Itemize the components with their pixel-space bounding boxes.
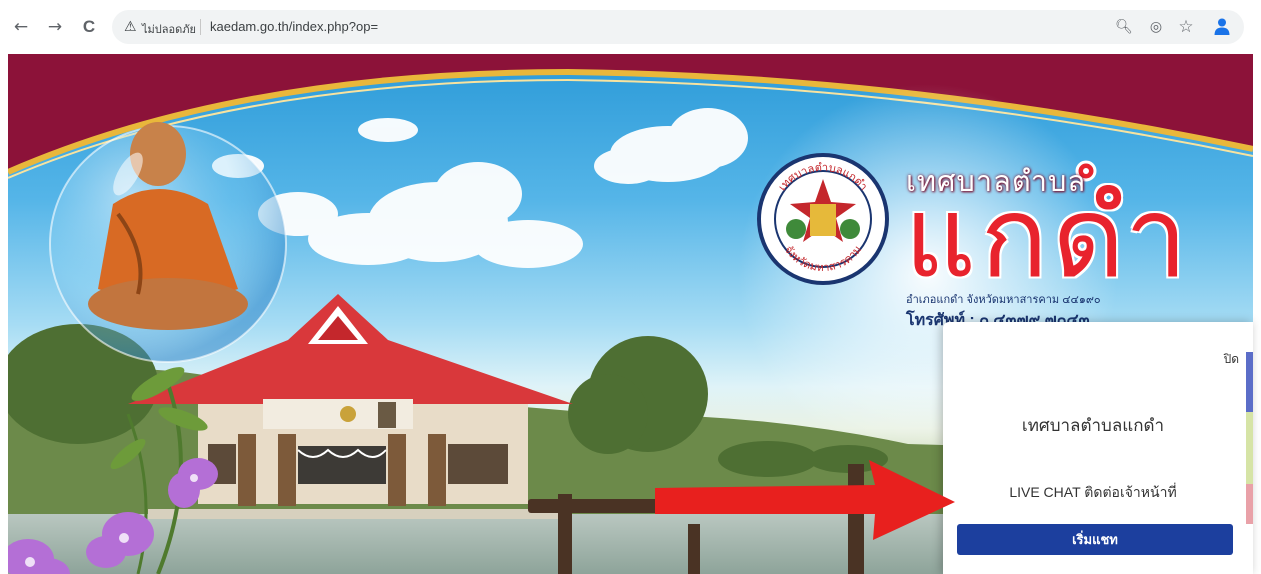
- warning-triangle-icon[interactable]: ⚠: [124, 19, 137, 35]
- live-chat-widget: ปิด เทศบาลตำบลแกดำ LIVE CHAT ติดต่อเจ้าห…: [943, 322, 1253, 574]
- chat-org-name: เทศบาลตำบลแกดำ: [1021, 416, 1165, 435]
- red-arrow-icon: [655, 460, 955, 540]
- edge-strip-green: [1246, 412, 1253, 484]
- chat-close-button[interactable]: ปิด: [1224, 350, 1239, 369]
- start-chat-button[interactable]: เริ่มแชท: [957, 524, 1233, 555]
- url-divider: [200, 19, 201, 35]
- security-status-label[interactable]: ไม่ปลอดภัย: [142, 20, 196, 38]
- banner-address: อำเภอแกดำ จังหวัดมหาสารคาม ๔๔๑๙๐: [906, 294, 1101, 306]
- chat-subtitle: LIVE CHAT ติดต่อเจ้าหน้าที่: [1009, 484, 1177, 500]
- banner-title-big: แกดำ: [904, 175, 1192, 300]
- reload-icon[interactable]: C: [76, 14, 102, 40]
- zoom-icon[interactable]: 🔍︎: [1114, 17, 1134, 37]
- star-icon[interactable]: ☆: [1176, 17, 1196, 37]
- edge-strip-pink: [1246, 484, 1253, 524]
- url-text[interactable]: kaedam.go.th/index.php?op=: [210, 19, 378, 34]
- clouds: [212, 108, 748, 268]
- eye-icon[interactable]: ◎: [1146, 17, 1166, 37]
- edge-strip-blue: [1246, 352, 1253, 412]
- forward-arrow-icon[interactable]: →: [42, 14, 68, 40]
- municipal-seal: เทศบาลตำบลแกดำ จังหวัดมหาสารคาม: [757, 153, 889, 285]
- profile-icon[interactable]: [1212, 16, 1232, 36]
- address-bar[interactable]: ⚠ ไม่ปลอดภัย kaedam.go.th/index.php?op= …: [112, 10, 1244, 44]
- back-arrow-icon[interactable]: ←: [8, 14, 34, 40]
- browser-toolbar: ← → C ⚠ ไม่ปลอดภัย kaedam.go.th/index.ph…: [0, 0, 1261, 54]
